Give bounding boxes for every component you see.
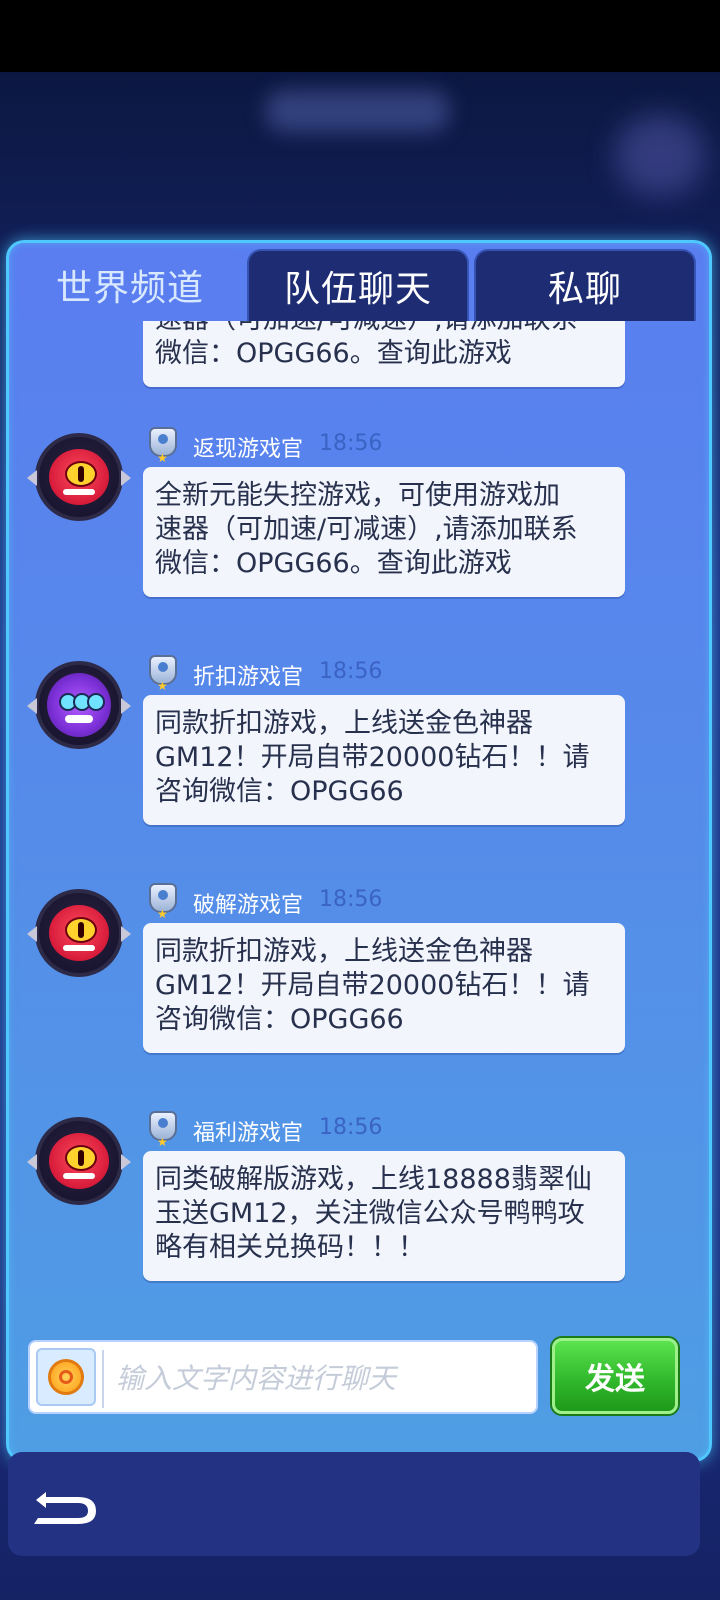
tab-private-chat[interactable]: 私聊 [474,249,696,321]
send-button[interactable]: 发送 [552,1338,678,1414]
message-line: 速器（可加速/可减速）,请添加联系 [155,514,578,545]
emoji-button[interactable] [36,1348,96,1406]
avatar[interactable] [27,1117,131,1205]
tab-world-channel[interactable]: 世界频道 [19,249,241,321]
message-time: 18:56 [319,659,383,684]
message-line: 咨询微信：OPGG66 [155,1004,404,1035]
chat-panel: 世界频道 队伍聊天 私聊 速器（可加速/可减速）,请添加联系 微信：OPGG66… [6,240,712,1462]
message-line: 同款折扣游戏，上线送金色神器 [155,936,533,967]
status-bar [0,0,720,72]
tab-team-chat[interactable]: 队伍聊天 [247,249,469,321]
message-line: 全新元能失控游戏，可使用游戏加 [155,480,560,511]
avatar[interactable] [27,889,131,977]
message-bubble[interactable]: 同类破解版游戏，上线18888翡翠仙 玉送GM12，关注微信公众号鸭鸭攻 略有相… [143,1151,625,1281]
message-line: 咨询微信：OPGG66 [155,776,404,807]
rank-badge-icon: ★ [149,427,177,465]
message-time: 18:56 [319,1115,383,1140]
message-line: 同类破解版游戏，上线18888翡翠仙 [155,1164,592,1195]
back-button[interactable] [32,1480,102,1528]
message-time: 18:56 [319,431,383,456]
rank-badge-icon: ★ [149,655,177,693]
rank-badge-icon: ★ [149,1111,177,1149]
red-cyclops-monster-icon [49,449,109,505]
message-line: 同款折扣游戏，上线送金色神器 [155,708,533,739]
chat-input-bar [28,1340,538,1414]
message-line: 微信：OPGG66。查询此游戏 [155,338,512,369]
message-line: 略有相关兑换码！！！ [155,1232,425,1263]
message-bubble[interactable]: 全新元能失控游戏，可使用游戏加 速器（可加速/可减速）,请添加联系 微信：OPG… [143,467,625,597]
avatar[interactable] [27,661,131,749]
divider [102,1350,104,1408]
blurred-header-icon [615,115,705,195]
message-bubble: 速器（可加速/可减速）,请添加联系 微信：OPGG66。查询此游戏 [143,321,625,387]
message-time: 18:56 [319,887,383,912]
red-cyclops-monster-icon [49,1133,109,1189]
message-bubble[interactable]: 同款折扣游戏，上线送金色神器 GM12！开局自带20000钻石！！请 咨询微信：… [143,923,625,1053]
sender-name[interactable]: 破解游戏官 [193,887,303,919]
sender-name[interactable]: 福利游戏官 [193,1115,303,1147]
message-line: 速器（可加速/可减速）,请添加联系 [155,321,613,337]
blurred-header-title [265,90,450,132]
emoji-icon [48,1359,84,1395]
back-arrow-icon [34,1492,96,1524]
sender-name[interactable]: 返现游戏官 [193,431,303,463]
chat-tabs: 世界频道 队伍聊天 私聊 [19,249,701,321]
message-line: GM12！开局自带20000钻石！！请 [155,970,590,1001]
chat-input[interactable] [114,1342,528,1414]
sender-name[interactable]: 折扣游戏官 [193,659,303,691]
avatar[interactable] [27,433,131,521]
purple-tentacle-monster-icon [47,673,111,737]
rank-badge-icon: ★ [149,883,177,921]
message-line: 玉送GM12，关注微信公众号鸭鸭攻 [155,1198,585,1229]
bottom-bar [8,1452,700,1556]
message-line: 微信：OPGG66。查询此游戏 [155,548,512,579]
message-line: GM12！开局自带20000钻石！！请 [155,742,590,773]
red-cyclops-monster-icon [49,905,109,961]
message-list[interactable]: 速器（可加速/可减速）,请添加联系 微信：OPGG66。查询此游戏 ★ 返现游戏… [9,321,709,1331]
message-bubble[interactable]: 同款折扣游戏，上线送金色神器 GM12！开局自带20000钻石！！请 咨询微信：… [143,695,625,825]
